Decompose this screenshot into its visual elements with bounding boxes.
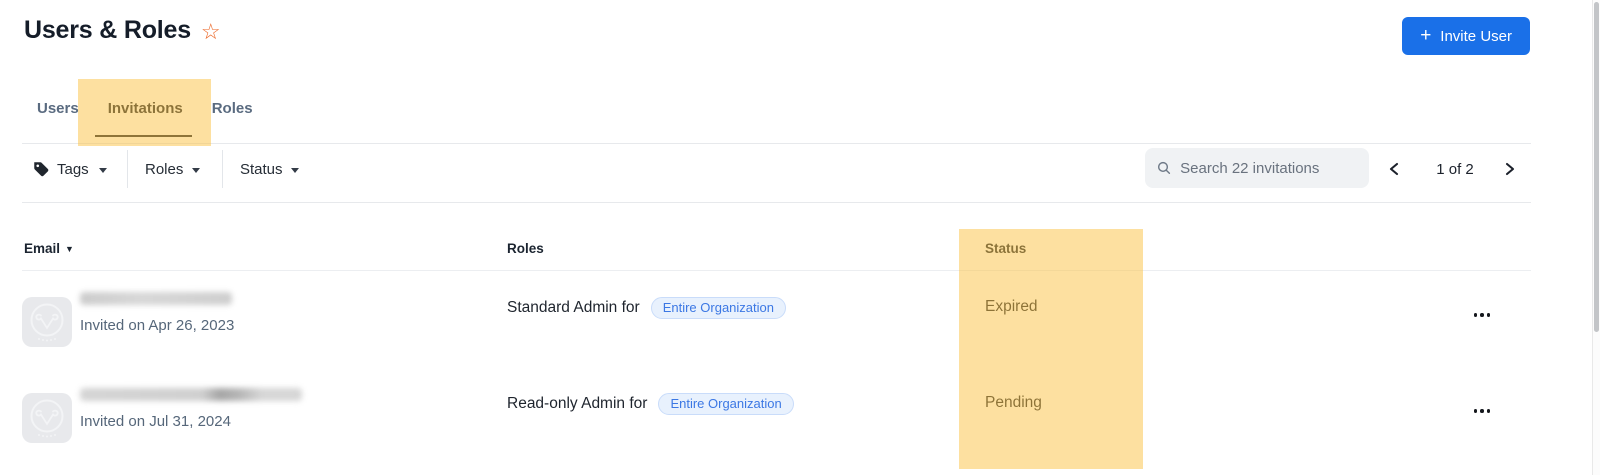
page-title-text: Users & Roles: [24, 16, 191, 45]
email-header-label: Email: [24, 241, 60, 256]
search-input[interactable]: [1180, 160, 1357, 177]
tab-bar: Users Invitations Roles: [37, 99, 253, 118]
column-header-status: Status: [985, 241, 1026, 257]
filter-separator: [222, 150, 223, 188]
roles-cell: Read-only Admin for Entire Organization: [507, 393, 794, 415]
scrollbar-track[interactable]: [1592, 0, 1600, 475]
redacted-email: [80, 388, 302, 401]
sort-desc-icon: ▼: [65, 244, 74, 254]
favorite-star-icon[interactable]: ☆: [201, 21, 221, 43]
chevron-down-icon: [291, 168, 299, 173]
filter-separator: [127, 150, 128, 188]
roles-cell: Standard Admin for Entire Organization: [507, 297, 786, 319]
tab-users[interactable]: Users: [37, 99, 79, 118]
filter-divider: [22, 202, 1531, 203]
filter-tags[interactable]: Tags: [57, 160, 89, 179]
tabs-divider: [22, 143, 1531, 144]
status-value: Pending: [985, 393, 1042, 412]
avatar: [22, 297, 72, 347]
scope-badge: Entire Organization: [651, 297, 786, 319]
status-column-highlight: [959, 229, 1143, 469]
chevron-left-icon[interactable]: [1388, 162, 1402, 176]
tab-roles[interactable]: Roles: [212, 99, 253, 118]
users-roles-page: Users & Roles ☆ + Invite User Users Invi…: [0, 0, 1600, 475]
column-header-roles: Roles: [507, 241, 544, 257]
invite-user-label: Invite User: [1440, 28, 1512, 45]
column-header-email[interactable]: Email ▼: [24, 241, 74, 258]
tab-invitations[interactable]: Invitations: [108, 99, 183, 118]
row-overflow-menu-icon[interactable]: [1468, 304, 1496, 326]
redacted-email: [80, 292, 232, 305]
plus-icon: +: [1420, 26, 1431, 45]
filter-roles[interactable]: Roles: [145, 160, 183, 179]
invited-date: Invited on Jul 31, 2024: [80, 413, 231, 431]
status-value: Expired: [985, 297, 1038, 316]
search-icon: [1157, 160, 1171, 176]
tag-icon: [32, 160, 50, 178]
avatar-placeholder-icon: [22, 297, 72, 347]
scrollbar-thumb[interactable]: [1594, 2, 1599, 332]
page-title: Users & Roles ☆: [24, 16, 220, 45]
avatar: [22, 393, 72, 443]
avatar-placeholder-icon: [22, 393, 72, 443]
scope-badge: Entire Organization: [658, 393, 793, 415]
chevron-down-icon: [99, 168, 107, 173]
table-header-divider: [22, 270, 1531, 271]
role-label: Read-only Admin for: [507, 395, 647, 413]
invite-user-button[interactable]: + Invite User: [1402, 17, 1530, 55]
invited-date: Invited on Apr 26, 2023: [80, 317, 234, 335]
search-box: [1145, 148, 1369, 188]
role-label: Standard Admin for: [507, 299, 640, 317]
chevron-right-icon[interactable]: [1502, 162, 1516, 176]
pagination-label: 1 of 2: [1427, 161, 1483, 178]
filter-status[interactable]: Status: [240, 160, 283, 179]
chevron-down-icon: [192, 168, 200, 173]
row-overflow-menu-icon[interactable]: [1468, 400, 1496, 422]
